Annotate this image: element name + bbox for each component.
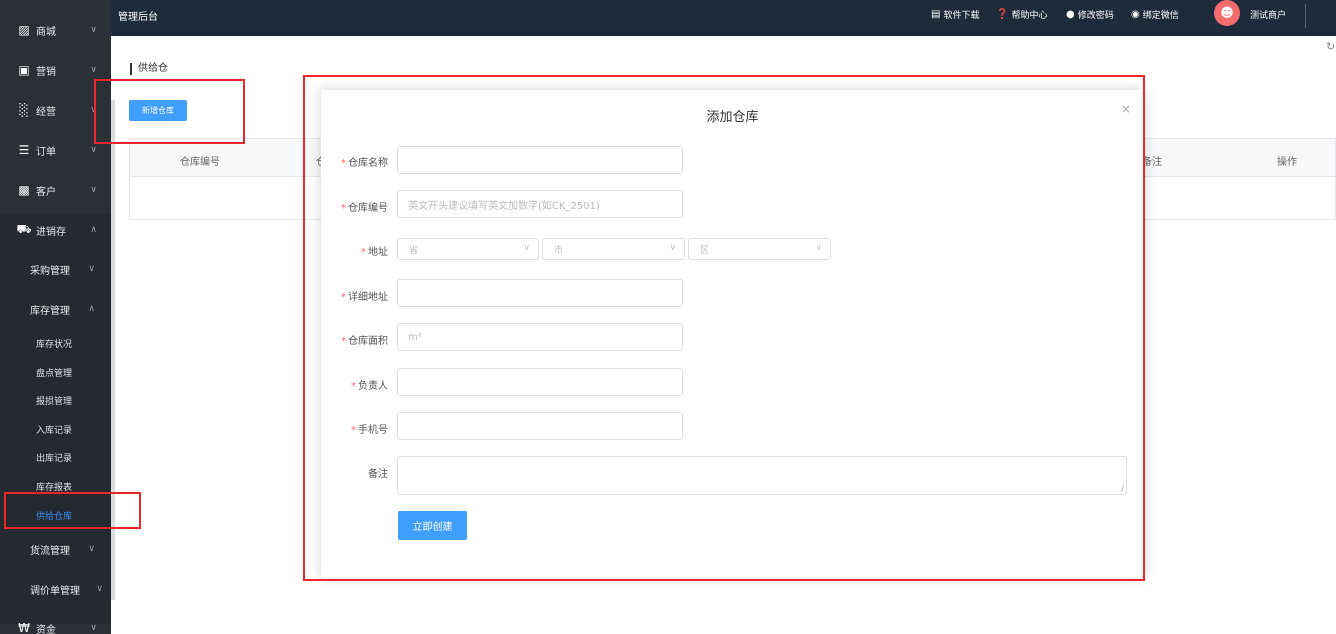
app-page: ▨ 商城 ∨ ▣ 营销 ∨ ░ 经营 ∨ ☰ 订单 ∨ ▩ 客户 ∨ ⛟ 进销存…: [0, 0, 1336, 634]
bar-chart-icon: ░: [19, 103, 29, 117]
avatar[interactable]: ☻: [1214, 0, 1240, 26]
sidebar-item-label: 采购管理: [30, 265, 70, 277]
sidebar-leaf-label: 盘点管理: [36, 368, 73, 379]
bind-wechat-label: 绑定微信: [1142, 11, 1179, 21]
sidebar-leaf-label: 报损管理: [36, 396, 73, 407]
refresh-icon[interactable]: ↻: [1326, 40, 1335, 53]
sidebar-item-label: 库存管理: [30, 305, 70, 317]
download-icon: ▤: [931, 9, 941, 20]
change-password-label: 修改密码: [1077, 11, 1114, 21]
download-label: 软件下载: [943, 11, 980, 21]
sidebar-item-purchase[interactable]: 采购管理 ∨: [0, 255, 111, 283]
download-link[interactable]: ▤ 软件下载: [931, 8, 979, 21]
chevron-up-icon: ∧: [90, 225, 97, 235]
sidebar-item-label: 调价单管理: [30, 585, 80, 597]
sidebar-leaf-label: 入库记录: [36, 425, 73, 436]
sidebar-leaf-label: 出库记录: [36, 453, 73, 464]
sidebar-leaf-outbound[interactable]: 出库记录: [0, 447, 111, 467]
list-icon: ☰: [18, 143, 30, 157]
sidebar-item-label: 资金: [36, 624, 56, 634]
sidebar-leaf-label: 库存状况: [36, 339, 73, 350]
sidebar-item-label: 订单: [36, 146, 56, 158]
sidebar-item-label: 货流管理: [30, 545, 70, 557]
sidebar-item-shop[interactable]: ▨ 商城 ∨: [0, 16, 111, 44]
sidebar-leaf-stocktake[interactable]: 盘点管理: [0, 362, 111, 382]
topbar-divider: [1305, 4, 1306, 28]
chevron-down-icon: ∨: [90, 25, 97, 35]
help-label: 帮助中心: [1011, 11, 1048, 21]
lock-icon: ●: [1066, 9, 1075, 20]
chevron-down-icon: ∨: [90, 145, 97, 155]
chevron-down-icon: ∨: [88, 264, 95, 274]
top-bar: 管理后台 ▤ 软件下载 ❓ 帮助中心 ● 修改密码 ◉ 绑定微信 ☻ 测试商户: [111, 0, 1336, 36]
app-title: 管理后台: [118, 12, 158, 23]
column-header-actions: 操作: [1277, 157, 1297, 168]
breadcrumb: 供给仓: [130, 63, 168, 75]
sidebar-item-logistics[interactable]: 货流管理 ∨: [0, 535, 111, 563]
chevron-down-icon: ∨: [90, 185, 97, 195]
truck-icon: ⛟: [16, 222, 32, 236]
annotation-box-dialog: [303, 75, 1145, 581]
sidebar-item-label: 商城: [36, 26, 56, 38]
chevron-down-icon: ∨: [96, 584, 103, 594]
sidebar-item-label: 营销: [36, 66, 56, 78]
sidebar-leaf-damage[interactable]: 报损管理: [0, 390, 111, 410]
annotation-box-sidebar-leaf: [4, 492, 141, 529]
chevron-down-icon: ∨: [90, 623, 97, 633]
annotation-box-add-button: [94, 79, 245, 144]
change-password-link[interactable]: ● 修改密码: [1066, 8, 1114, 21]
sidebar-leaf-label: 库存报表: [36, 482, 73, 493]
shop-icon: ▨: [18, 23, 30, 37]
help-link[interactable]: ❓ 帮助中心: [996, 8, 1047, 21]
sidebar-item-label: 客户: [36, 186, 56, 198]
column-header-remark: 备注: [1142, 157, 1162, 168]
sidebar-item-inventory[interactable]: ⛟ 进销存 ∧: [0, 216, 111, 244]
chevron-up-icon: ∧: [88, 304, 95, 314]
sidebar-item-stock[interactable]: 库存管理 ∧: [0, 295, 111, 323]
sidebar-item-customers[interactable]: ▩ 客户 ∨: [0, 176, 111, 204]
wechat-icon: ◉: [1131, 9, 1140, 20]
bind-wechat-link[interactable]: ◉ 绑定微信: [1131, 8, 1179, 21]
contact-card-icon: ▩: [18, 183, 30, 197]
sidebar-item-price-adjust[interactable]: 调价单管理 ∨: [0, 575, 111, 603]
user-name[interactable]: 测试商户: [1250, 8, 1286, 21]
gift-icon: ▣: [18, 63, 30, 77]
chevron-down-icon: ∨: [90, 65, 97, 75]
sidebar-item-funds[interactable]: ₩ 资金 ∨: [0, 614, 111, 634]
sidebar-item-label: 经营: [36, 106, 56, 118]
help-icon: ❓: [996, 9, 1009, 20]
column-header-code: 仓库编号: [180, 157, 220, 168]
sidebar-item-label: 进销存: [36, 226, 66, 238]
yuan-icon: ₩: [18, 621, 30, 634]
chevron-down-icon: ∨: [88, 544, 95, 554]
sidebar-leaf-stock-status[interactable]: 库存状况: [0, 333, 111, 353]
sidebar-leaf-inbound[interactable]: 入库记录: [0, 419, 111, 439]
